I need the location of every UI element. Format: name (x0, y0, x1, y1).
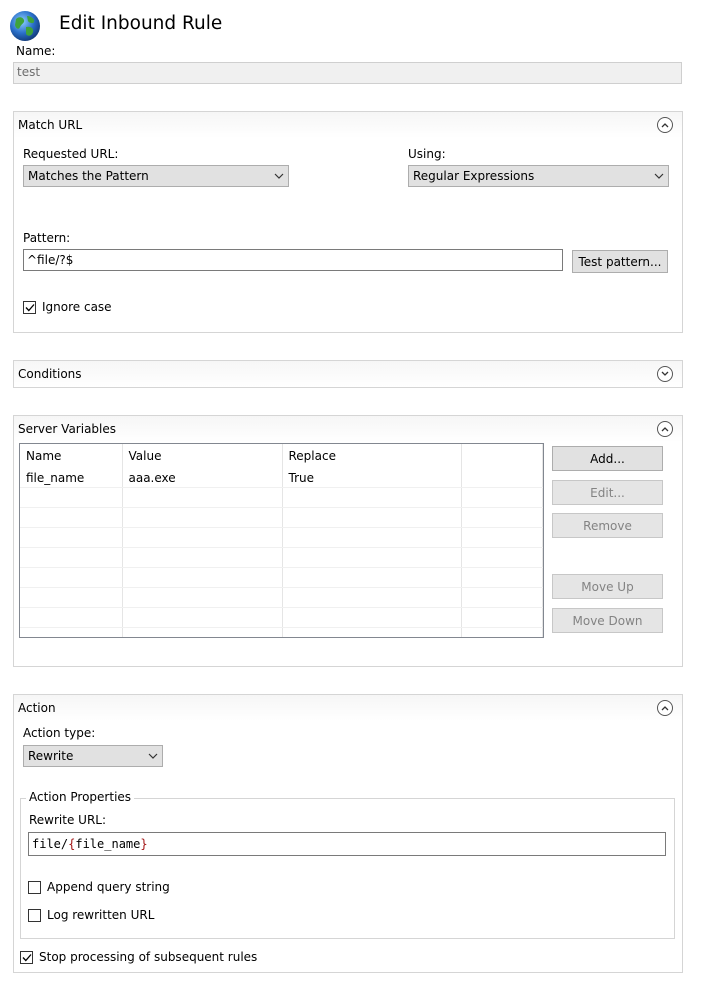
name-label: Name: (16, 44, 56, 58)
collapse-action-icon[interactable] (657, 700, 673, 716)
empty-row (20, 587, 543, 608)
conditions-title: Conditions (18, 367, 82, 381)
stop-processing-checkbox[interactable] (20, 951, 33, 964)
column-header-replace[interactable]: Replace (282, 444, 462, 468)
edit-button[interactable]: Edit... (552, 480, 663, 505)
rewrite-url-brace-open: { (68, 837, 76, 851)
dialog-title: Edit Inbound Rule (59, 13, 223, 34)
pattern-label: Pattern: (23, 231, 71, 245)
match-url-panel (13, 111, 683, 333)
append-query-label: Append query string (47, 880, 170, 894)
pattern-value: ^file/?$ (27, 253, 74, 267)
name-field[interactable]: test (13, 62, 682, 84)
globe-icon (9, 10, 41, 42)
log-rewritten-label: Log rewritten URL (47, 908, 155, 922)
move-down-button[interactable]: Move Down (552, 608, 663, 633)
name-value: test (17, 65, 41, 79)
move-up-button[interactable]: Move Up (552, 574, 663, 599)
rewrite-url-label: Rewrite URL: (29, 813, 107, 827)
requested-url-dropdown[interactable]: Matches the Pattern (23, 165, 289, 187)
conditions-header[interactable] (14, 361, 682, 387)
stop-processing-label: Stop processing of subsequent rules (39, 950, 258, 964)
collapse-server-variables-icon[interactable] (657, 421, 673, 437)
server-variables-grid[interactable]: Name Value Replace file_name aaa.exe Tru… (19, 443, 544, 638)
append-query-checkbox[interactable] (28, 881, 41, 894)
chevron-down-icon (654, 173, 664, 179)
conditions-panel[interactable] (13, 360, 683, 388)
column-header-name[interactable]: Name (20, 444, 123, 468)
chevron-down-icon (148, 753, 158, 759)
match-url-title: Match URL (18, 118, 83, 132)
match-url-header[interactable] (14, 112, 682, 138)
action-header[interactable] (14, 695, 682, 721)
action-type-dropdown[interactable]: Rewrite (23, 745, 163, 767)
rewrite-url-brace-close: } (140, 837, 148, 851)
expand-conditions-icon[interactable] (657, 366, 673, 382)
chevron-down-icon (274, 173, 284, 179)
log-rewritten-checkbox[interactable] (28, 909, 41, 922)
using-label: Using: (408, 147, 446, 161)
cell-replace: True (282, 468, 462, 488)
test-pattern-button[interactable]: Test pattern... (572, 250, 668, 273)
empty-row (20, 627, 543, 637)
empty-row (20, 607, 543, 628)
requested-url-label: Requested URL: (23, 147, 119, 161)
rewrite-url-prefix: file/ (32, 837, 69, 851)
empty-row (20, 527, 543, 548)
requested-url-value: Matches the Pattern (28, 169, 149, 183)
server-variables-title: Server Variables (18, 422, 117, 436)
action-type-value: Rewrite (28, 749, 74, 763)
empty-row (20, 487, 543, 508)
rewrite-url-var-name: file_name (75, 837, 141, 851)
action-type-label: Action type: (23, 726, 96, 740)
action-title: Action (18, 701, 56, 715)
pattern-input[interactable]: ^file/?$ (23, 249, 563, 271)
cell-name: file_name (20, 468, 123, 488)
checkmark-icon (22, 954, 31, 962)
remove-button[interactable]: Remove (552, 513, 663, 538)
empty-row (20, 567, 543, 588)
cell-value: aaa.exe (122, 468, 283, 488)
rewrite-url-input[interactable]: file/{file_name} (28, 832, 666, 856)
action-properties-legend: Action Properties (26, 790, 135, 804)
using-value: Regular Expressions (413, 169, 535, 183)
checkmark-icon (25, 304, 34, 312)
add-button[interactable]: Add... (552, 446, 663, 471)
table-row[interactable]: file_name aaa.exe True (20, 468, 543, 488)
column-header-filler (461, 444, 543, 468)
ignore-case-checkbox[interactable] (23, 301, 36, 314)
collapse-match-url-icon[interactable] (657, 117, 673, 133)
empty-row (20, 507, 543, 528)
column-header-value[interactable]: Value (122, 444, 283, 468)
ignore-case-label: Ignore case (42, 300, 112, 314)
using-dropdown[interactable]: Regular Expressions (408, 165, 669, 187)
grid-header-row: Name Value Replace (20, 444, 543, 468)
empty-row (20, 547, 543, 568)
